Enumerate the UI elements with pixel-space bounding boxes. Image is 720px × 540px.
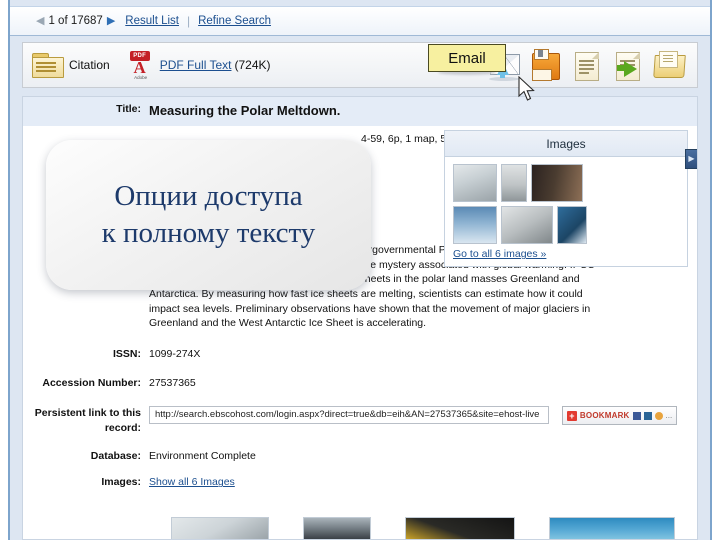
title-label: Title:	[116, 103, 141, 115]
thumb-two-people-snow[interactable]	[453, 206, 497, 245]
bottom-image-strip	[171, 517, 697, 539]
print-icon[interactable]	[569, 49, 603, 81]
persistent-link-input[interactable]	[149, 406, 549, 425]
thumb-ice-core-equipment[interactable]	[557, 206, 587, 245]
issn-value: 1099-274X	[149, 348, 201, 360]
thumb-glacier-aerial[interactable]	[453, 164, 497, 203]
thumb-researchers-portrait[interactable]	[531, 164, 583, 203]
thumb-ice-field-bw[interactable]	[501, 164, 527, 203]
images-label: Images:	[101, 476, 141, 489]
title-row: Title: Measuring the Polar Meltdown.	[23, 97, 697, 127]
refine-search-link[interactable]: Refine Search	[198, 15, 271, 27]
pdf-full-text-button[interactable]: PDF A Adobe PDF Full Text (724K)	[126, 51, 271, 80]
go-to-all-images-link[interactable]: Go to all 6 images »	[453, 248, 546, 260]
share-facebook-icon[interactable]	[632, 411, 641, 420]
bookmark-widget[interactable]: + BOOKMARK ...	[561, 406, 678, 426]
persistent-link-label: Persistent link to this record:	[34, 407, 141, 434]
bookmark-plus-icon: +	[566, 410, 577, 421]
strip-thumb-blue-ice[interactable]	[549, 517, 675, 539]
action-icon-group	[487, 49, 686, 81]
accession-row: Accession Number: 27537365	[23, 374, 697, 393]
previous-result-arrow-icon[interactable]: ◀	[32, 15, 48, 27]
thumbnail-row-2	[453, 206, 679, 245]
panel-collapse-tab[interactable]: ▶	[685, 149, 697, 169]
callout-line-2: к полному тексту	[101, 217, 316, 249]
adobe-pdf-icon: PDF A Adobe	[126, 51, 156, 80]
images-panel: Images Go to all 6 images »	[444, 130, 688, 268]
result-list-link[interactable]: Result List	[125, 15, 179, 27]
show-all-images-link[interactable]: Show all 6 Images	[149, 476, 235, 488]
citation-folder-icon	[31, 52, 65, 78]
issn-row: ISSN: 1099-274X	[23, 345, 697, 364]
result-navigation-bar: ◀ 1 of 17687 ▶ Result List | Refine Sear…	[10, 6, 710, 36]
email-tooltip: Email	[428, 44, 506, 72]
next-result-arrow-icon[interactable]: ▶	[103, 15, 119, 27]
strip-thumb-dark-ridge[interactable]	[303, 517, 371, 539]
images-panel-header: Images	[445, 131, 687, 158]
citation-label: Citation	[69, 58, 110, 72]
record-toolbar: Citation PDF A Adobe PDF Full Text (724K…	[22, 42, 698, 88]
images-row: Images: Show all 6 Images	[23, 473, 697, 492]
mouse-cursor-icon	[518, 76, 535, 101]
callout-line-1: Опции доступа	[114, 179, 303, 212]
pdf-file-size: (724K)	[234, 58, 271, 72]
bookmark-more-dots[interactable]: ...	[666, 410, 673, 421]
bookmark-label: BOOKMARK	[579, 411, 630, 421]
database-label: Database:	[90, 449, 141, 462]
share-mixx-icon[interactable]	[654, 411, 663, 420]
images-panel-body: Go to all 6 images »	[445, 157, 687, 266]
application-frame: ◀ 1 of 17687 ▶ Result List | Refine Sear…	[8, 0, 712, 540]
database-row: Database: Environment Complete	[23, 447, 697, 466]
export-icon[interactable]	[610, 49, 644, 81]
chevron-right-icon: ▶	[688, 154, 695, 163]
result-counter: 1 of 17687	[48, 15, 103, 27]
citation-button[interactable]: Citation	[31, 52, 126, 78]
database-value: Environment Complete	[149, 449, 256, 462]
persistent-link-row: Persistent link to this record: + BOOKMA…	[23, 404, 697, 436]
add-to-folder-icon[interactable]	[651, 49, 686, 81]
share-digg-icon[interactable]	[643, 411, 652, 420]
thumb-glacier-valley-bw[interactable]	[501, 206, 553, 245]
accession-label: Accession Number:	[42, 376, 141, 389]
title-value: Measuring the Polar Meltdown.	[149, 103, 341, 118]
issn-label: ISSN:	[112, 348, 141, 360]
adobe-caption: Adobe	[134, 75, 148, 80]
strip-thumb-black-gold[interactable]	[405, 517, 515, 539]
thumbnail-row-1	[453, 164, 679, 203]
accession-value: 27537365	[149, 376, 196, 389]
strip-thumb-ice-texture[interactable]	[171, 517, 269, 539]
nav-separator: |	[186, 14, 191, 28]
pdf-full-text-link[interactable]: PDF Full Text	[160, 58, 232, 72]
access-options-callout: Опции доступа к полному тексту	[46, 140, 371, 290]
